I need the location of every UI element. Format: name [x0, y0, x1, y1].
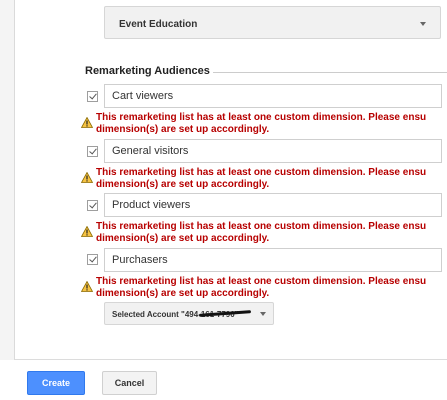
checkbox-general-visitors[interactable]: [87, 146, 98, 157]
custom-dimension-warning: This remarketing list has at least one c…: [96, 276, 426, 300]
custom-dimension-warning: This remarketing list has at least one c…: [96, 221, 426, 245]
warning-icon: [81, 117, 93, 128]
audience-name-purchasers[interactable]: Purchasers: [104, 248, 442, 272]
chevron-down-icon: [420, 22, 426, 26]
checkbox-cart-viewers[interactable]: [87, 91, 98, 102]
custom-dimension-warning: This remarketing list has at least one c…: [96, 167, 426, 191]
warning-line-1: This remarketing list has at least one c…: [96, 276, 427, 287]
footer-divider: [15, 359, 447, 360]
create-button[interactable]: Create: [27, 371, 85, 395]
audience-name-general-visitors[interactable]: General visitors: [104, 139, 442, 163]
checkbox-product-viewers[interactable]: [87, 200, 98, 211]
audience-name-cart-viewers[interactable]: Cart viewers: [104, 84, 442, 108]
chevron-down-icon: [260, 312, 266, 316]
cancel-button[interactable]: Cancel: [102, 371, 157, 395]
event-dropdown-value: Event Education: [119, 19, 198, 30]
warning-line-1: This remarketing list has at least one c…: [96, 167, 427, 178]
custom-dimension-warning: This remarketing list has at least one c…: [96, 112, 426, 136]
warning-line-2: dimension(s) are set up accordingly.: [96, 233, 270, 244]
checkbox-purchasers[interactable]: [87, 254, 98, 265]
warning-icon: [81, 226, 93, 237]
event-dropdown[interactable]: Event Education: [104, 6, 441, 39]
warning-icon: [81, 172, 93, 183]
account-select[interactable]: Selected Account "494-161-7790": [104, 302, 274, 325]
warning-icon: [81, 281, 93, 292]
warning-line-2: dimension(s) are set up accordingly.: [96, 288, 270, 299]
section-title: Remarketing Audiences: [85, 65, 210, 77]
warning-line-2: dimension(s) are set up accordingly.: [96, 124, 270, 135]
left-gutter: [0, 0, 15, 360]
warning-line-2: dimension(s) are set up accordingly.: [96, 179, 270, 190]
warning-line-1: This remarketing list has at least one c…: [96, 221, 427, 232]
audience-name-product-viewers[interactable]: Product viewers: [104, 193, 442, 217]
section-divider: [213, 72, 447, 73]
warning-line-1: This remarketing list has at least one c…: [96, 112, 427, 123]
